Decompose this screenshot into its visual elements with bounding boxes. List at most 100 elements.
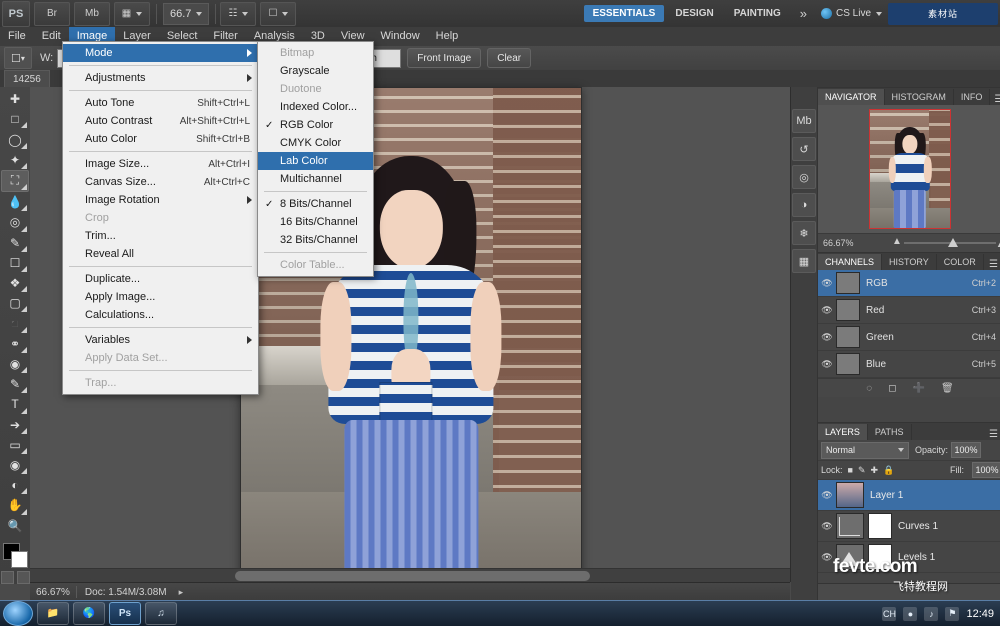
blend-mode-select[interactable]: Normal bbox=[821, 442, 909, 459]
menu-help[interactable]: Help bbox=[428, 27, 467, 46]
path-selection-icon[interactable]: ➔ bbox=[2, 415, 28, 435]
load-channel-as-selection-icon[interactable]: ◌ bbox=[866, 383, 872, 394]
menu-item-reveal-all[interactable]: Reveal All bbox=[63, 245, 258, 263]
lock-position-icon[interactable]: ✚ bbox=[871, 465, 879, 476]
hand-tool-icon[interactable]: ✋ bbox=[2, 495, 28, 515]
screen-mode-icon[interactable]: ☐ bbox=[260, 2, 296, 26]
crop-tool-icon[interactable]: ☐▾ bbox=[4, 47, 32, 69]
menu-item-auto-color[interactable]: Auto Color Shift+Ctrl+B bbox=[63, 130, 258, 148]
lock-image-pixels-icon[interactable]: ✎ bbox=[858, 465, 866, 476]
menu-item-auto-contrast[interactable]: Auto Contrast Alt+Shift+Ctrl+L bbox=[63, 112, 258, 130]
mode-submenu[interactable]: Bitmap Grayscale Duotone Indexed Color..… bbox=[257, 41, 374, 277]
blur-tool-icon[interactable]: ⚭ bbox=[2, 334, 28, 354]
image-menu-dropdown[interactable]: Mode Adjustments Auto Tone Shift+Ctrl+L … bbox=[62, 41, 259, 395]
eyedropper-icon[interactable]: 💧 bbox=[2, 192, 28, 212]
clone-stamp-icon[interactable]: ☐ bbox=[2, 253, 28, 273]
sound-icon[interactable]: ♪ bbox=[924, 607, 938, 621]
mode-item-8-bits[interactable]: ✓ 8 Bits/Channel bbox=[258, 195, 373, 213]
mode-item-grayscale[interactable]: Grayscale bbox=[258, 62, 373, 80]
zoom-tool-icon[interactable]: 🔍 bbox=[2, 516, 28, 536]
document-tab[interactable]: 14256 bbox=[4, 70, 50, 87]
menu-item-auto-tone[interactable]: Auto Tone Shift+Ctrl+L bbox=[63, 94, 258, 112]
panel-menu-icon[interactable]: ☰ bbox=[990, 94, 1000, 105]
tab-channels[interactable]: CHANNELS bbox=[818, 254, 882, 270]
media-icon[interactable]: ♫ bbox=[145, 602, 177, 625]
tab-layers[interactable]: LAYERS bbox=[818, 424, 868, 440]
menu-item-apply-image[interactable]: Apply Image... bbox=[63, 288, 258, 306]
pen-tool-icon[interactable]: ✎ bbox=[2, 374, 28, 394]
mode-item-indexed-color[interactable]: Indexed Color... bbox=[258, 98, 373, 116]
navigator-thumbnail[interactable] bbox=[869, 109, 951, 229]
photoshop-icon[interactable]: Ps bbox=[109, 602, 141, 625]
bridge-icon[interactable]: Br bbox=[34, 2, 70, 26]
menu-item-duplicate[interactable]: Duplicate... bbox=[63, 270, 258, 288]
tab-navigator[interactable]: NAVIGATOR bbox=[818, 89, 885, 105]
cs-live-button[interactable]: CS Live bbox=[815, 8, 888, 19]
mode-item-multichannel[interactable]: Multichannel bbox=[258, 170, 373, 188]
crop-tool-icon[interactable]: ⛶ bbox=[1, 170, 29, 192]
mini-bridge-panel-icon[interactable]: Mb bbox=[792, 109, 816, 133]
ime-indicator[interactable]: CH bbox=[882, 607, 896, 621]
arrange-documents-icon[interactable]: ☷ bbox=[220, 2, 256, 26]
menu-file[interactable]: File bbox=[0, 27, 34, 46]
clear-button[interactable]: Clear bbox=[487, 48, 531, 68]
mini-bridge-icon[interactable]: Mb bbox=[74, 2, 110, 26]
eye-icon[interactable]: 👁 bbox=[818, 359, 836, 370]
tab-histogram[interactable]: HISTOGRAM bbox=[885, 89, 954, 105]
channel-row-red[interactable]: 👁 Red Ctrl+3 bbox=[818, 297, 1000, 324]
start-orb[interactable] bbox=[3, 601, 33, 626]
background-color-swatch[interactable] bbox=[11, 551, 28, 568]
tab-history[interactable]: HISTORY bbox=[882, 254, 937, 270]
workspace-painting[interactable]: PAINTING bbox=[725, 5, 790, 22]
panel-menu-icon[interactable]: ☰ bbox=[985, 259, 1000, 270]
menu-item-canvas-size[interactable]: Canvas Size... Alt+Ctrl+C bbox=[63, 173, 258, 191]
workspace-design[interactable]: DESIGN bbox=[666, 5, 722, 22]
tab-paths[interactable]: PATHS bbox=[868, 424, 912, 440]
eye-icon[interactable]: 👁 bbox=[818, 521, 836, 532]
ie-icon[interactable]: 🌎 bbox=[73, 602, 105, 625]
zoom-level-field[interactable]: 66.7 bbox=[163, 3, 209, 25]
brush-tool-icon[interactable]: ✎ bbox=[2, 233, 28, 253]
tab-color[interactable]: COLOR bbox=[937, 254, 984, 270]
new-channel-icon[interactable]: ➕ bbox=[913, 383, 925, 394]
scrollbar-thumb[interactable] bbox=[235, 571, 590, 581]
type-tool-icon[interactable]: T bbox=[2, 394, 28, 414]
tab-info[interactable]: INFO bbox=[954, 89, 991, 105]
masks-panel-icon[interactable]: ◎ bbox=[792, 165, 816, 189]
zoom-slider-handle[interactable] bbox=[948, 238, 958, 247]
view-extras-icon[interactable]: ▦ bbox=[114, 2, 150, 26]
menu-window[interactable]: Window bbox=[373, 27, 428, 46]
dodge-tool-icon[interactable]: ◉ bbox=[2, 354, 28, 374]
save-selection-as-channel-icon[interactable]: ◻ bbox=[888, 383, 896, 394]
quick-mask-icon[interactable] bbox=[1, 571, 14, 584]
channel-row-green[interactable]: 👁 Green Ctrl+4 bbox=[818, 324, 1000, 351]
quick-selection-icon[interactable]: ✦ bbox=[2, 150, 28, 170]
fill-value[interactable]: 100% bbox=[972, 462, 1000, 478]
mode-item-32-bits[interactable]: 32 Bits/Channel bbox=[258, 231, 373, 249]
3d-orbit-icon[interactable]: ◐ bbox=[2, 475, 28, 495]
menu-item-image-size[interactable]: Image Size... Alt+Ctrl+I bbox=[63, 155, 258, 173]
layer-row-layer1[interactable]: 👁 Layer 1 bbox=[818, 480, 1000, 511]
adjustments-panel-icon[interactable]: ◑ bbox=[792, 193, 816, 217]
menu-item-adjustments[interactable]: Adjustments bbox=[63, 69, 258, 87]
navigator-zoom-value[interactable]: 66.67% bbox=[818, 238, 854, 248]
eye-icon[interactable]: 👁 bbox=[818, 305, 836, 316]
navigator-zoom-slider[interactable]: ▲ ▲ bbox=[904, 238, 996, 248]
delete-channel-icon[interactable]: 🗑 bbox=[941, 383, 954, 394]
screen-mode-toggle-icon[interactable] bbox=[17, 571, 30, 584]
eraser-tool-icon[interactable]: ▢ bbox=[2, 293, 28, 313]
lock-all-icon[interactable]: 🔒 bbox=[883, 465, 894, 476]
eye-icon[interactable]: 👁 bbox=[818, 332, 836, 343]
layer-row-curves1[interactable]: 👁 Curves 1 bbox=[818, 511, 1000, 542]
move-tool-icon[interactable]: ✚ bbox=[2, 89, 28, 109]
panel-menu-icon[interactable]: ☰ bbox=[985, 429, 1000, 440]
chevron-right-icon[interactable]: ▸ bbox=[179, 587, 184, 598]
mode-item-rgb-color[interactable]: ✓ RGB Color bbox=[258, 116, 373, 134]
opacity-value[interactable]: 100% bbox=[951, 442, 981, 458]
menu-item-calculations[interactable]: Calculations... bbox=[63, 306, 258, 324]
mode-item-cmyk-color[interactable]: CMYK Color bbox=[258, 134, 373, 152]
channel-row-rgb[interactable]: 👁 RGB Ctrl+2 bbox=[818, 270, 1000, 297]
menu-item-image-rotation[interactable]: Image Rotation bbox=[63, 191, 258, 209]
workspace-essentials[interactable]: ESSENTIALS bbox=[584, 5, 665, 22]
navigator-preview[interactable] bbox=[818, 105, 1000, 233]
